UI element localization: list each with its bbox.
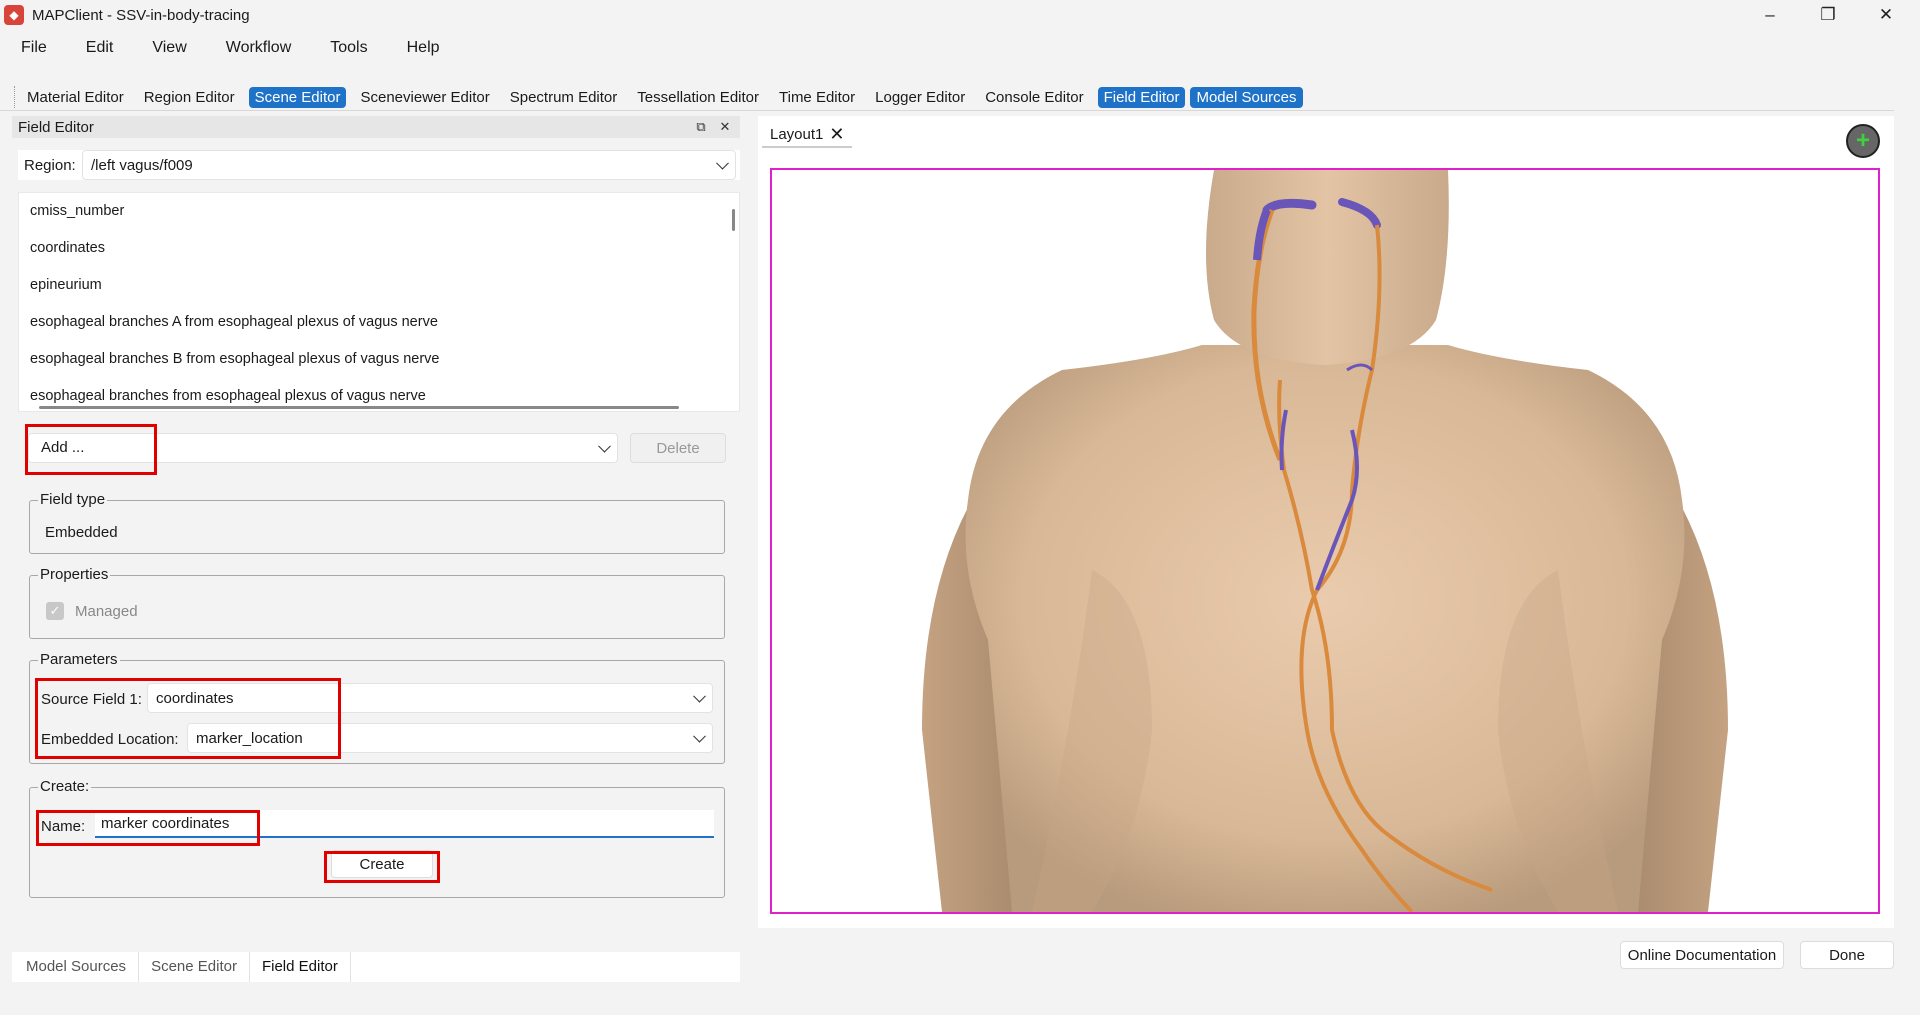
- online-documentation-button[interactable]: Online Documentation: [1620, 941, 1784, 969]
- region-select[interactable]: /left vagus/f009: [82, 150, 736, 180]
- menu-workflow[interactable]: Workflow: [205, 39, 310, 57]
- minimize-icon[interactable]: –: [1741, 0, 1799, 30]
- parameters-title: Parameters: [38, 651, 120, 668]
- toolbar-field-editor[interactable]: Field Editor: [1097, 86, 1186, 108]
- create-title: Create:: [38, 778, 92, 795]
- add-view-icon[interactable]: +: [1846, 124, 1880, 158]
- bottom-tab-bar: Model Sources Scene Editor Field Editor: [12, 952, 740, 982]
- list-item[interactable]: esophageal branches B from esophageal pl…: [19, 341, 739, 378]
- layout-tab-label: Layout1: [770, 125, 824, 143]
- app-logo-icon: ◆: [4, 5, 24, 25]
- chevron-down-icon: [693, 729, 706, 743]
- toolbar-sceneviewer-editor[interactable]: Sceneviewer Editor: [354, 87, 495, 108]
- close-tab-icon[interactable]: ✕: [829, 124, 844, 145]
- highlight-box-name: [36, 810, 260, 846]
- toolbar-console-editor[interactable]: Console Editor: [979, 87, 1089, 108]
- restore-icon[interactable]: ❐: [1799, 0, 1857, 30]
- region-row: Region: /left vagus/f009: [18, 150, 740, 180]
- menu-help[interactable]: Help: [386, 39, 458, 57]
- list-item[interactable]: esophageal branches A from esophageal pl…: [19, 304, 739, 341]
- menu-file[interactable]: File: [0, 39, 65, 57]
- managed-checkbox[interactable]: ✓: [46, 602, 64, 620]
- highlight-box-create: [324, 851, 440, 883]
- toolbar-spectrum-editor[interactable]: Spectrum Editor: [504, 87, 624, 108]
- properties-group: Properties ✓ Managed: [29, 566, 725, 639]
- toolbar-model-sources[interactable]: Model Sources: [1190, 86, 1303, 108]
- chevron-down-icon: [598, 439, 611, 453]
- highlight-box-parameters: [35, 678, 341, 759]
- toolbar-material-editor[interactable]: Material Editor: [21, 87, 130, 108]
- close-panel-icon[interactable]: ✕: [716, 118, 734, 136]
- field-type-value: Embedded: [45, 524, 118, 541]
- region-value: /left vagus/f009: [91, 156, 193, 174]
- field-type-group: Field type Embedded: [29, 491, 725, 554]
- scene-viewport[interactable]: [770, 168, 1880, 914]
- properties-title: Properties: [38, 566, 111, 583]
- highlight-box-add: [25, 424, 157, 475]
- float-panel-icon[interactable]: ⧉: [692, 118, 710, 136]
- toolbar-region-editor[interactable]: Region Editor: [138, 87, 241, 108]
- chevron-down-icon: [693, 689, 706, 703]
- tab-field-editor[interactable]: Field Editor: [250, 952, 351, 982]
- body-model-render: [922, 170, 1728, 912]
- region-label: Region:: [24, 156, 76, 174]
- toolbar-time-editor[interactable]: Time Editor: [773, 87, 861, 108]
- tab-layout1[interactable]: Layout1 ✕: [762, 122, 853, 148]
- neck: [1206, 170, 1449, 365]
- toolbar-divider: [0, 110, 1894, 111]
- menu-edit[interactable]: Edit: [65, 39, 132, 57]
- toolbar-scene-editor[interactable]: Scene Editor: [248, 86, 347, 108]
- toolbar-logger-editor[interactable]: Logger Editor: [869, 87, 971, 108]
- chevron-down-icon: [716, 156, 729, 170]
- panel-title-bar: Field Editor ⧉ ✕: [12, 116, 740, 138]
- list-item[interactable]: epineurium: [19, 267, 739, 304]
- field-list[interactable]: cmiss_number coordinates epineurium esop…: [18, 192, 740, 412]
- scene-viewer-area: Layout1 ✕ +: [758, 116, 1894, 928]
- title-bar: ◆ MAPClient - SSV-in-body-tracing – ❐ ✕: [0, 0, 1920, 30]
- tab-model-sources[interactable]: Model Sources: [12, 952, 140, 982]
- menu-tools[interactable]: Tools: [309, 39, 385, 57]
- delete-button[interactable]: Delete: [630, 433, 726, 463]
- list-item[interactable]: cmiss_number: [19, 193, 739, 230]
- menu-bar: File Edit View Workflow Tools Help: [0, 34, 458, 62]
- editor-toolbar: Material Editor Region Editor Scene Edit…: [14, 86, 1311, 108]
- list-item[interactable]: coordinates: [19, 230, 739, 267]
- tab-scene-editor[interactable]: Scene Editor: [139, 952, 250, 982]
- field-editor-panel: Field Editor ⧉ ✕ Region: /left vagus/f00…: [12, 116, 740, 982]
- managed-label: Managed: [75, 603, 138, 620]
- close-window-icon[interactable]: ✕: [1857, 0, 1915, 30]
- field-type-title: Field type: [38, 491, 108, 508]
- done-button[interactable]: Done: [1800, 941, 1894, 969]
- window-title: MAPClient - SSV-in-body-tracing: [32, 6, 250, 24]
- vertical-scrollbar[interactable]: [732, 209, 735, 231]
- panel-title: Field Editor: [18, 118, 94, 136]
- menu-view[interactable]: View: [131, 39, 204, 57]
- horizontal-scrollbar[interactable]: [39, 406, 679, 409]
- toolbar-tessellation-editor[interactable]: Tessellation Editor: [631, 87, 765, 108]
